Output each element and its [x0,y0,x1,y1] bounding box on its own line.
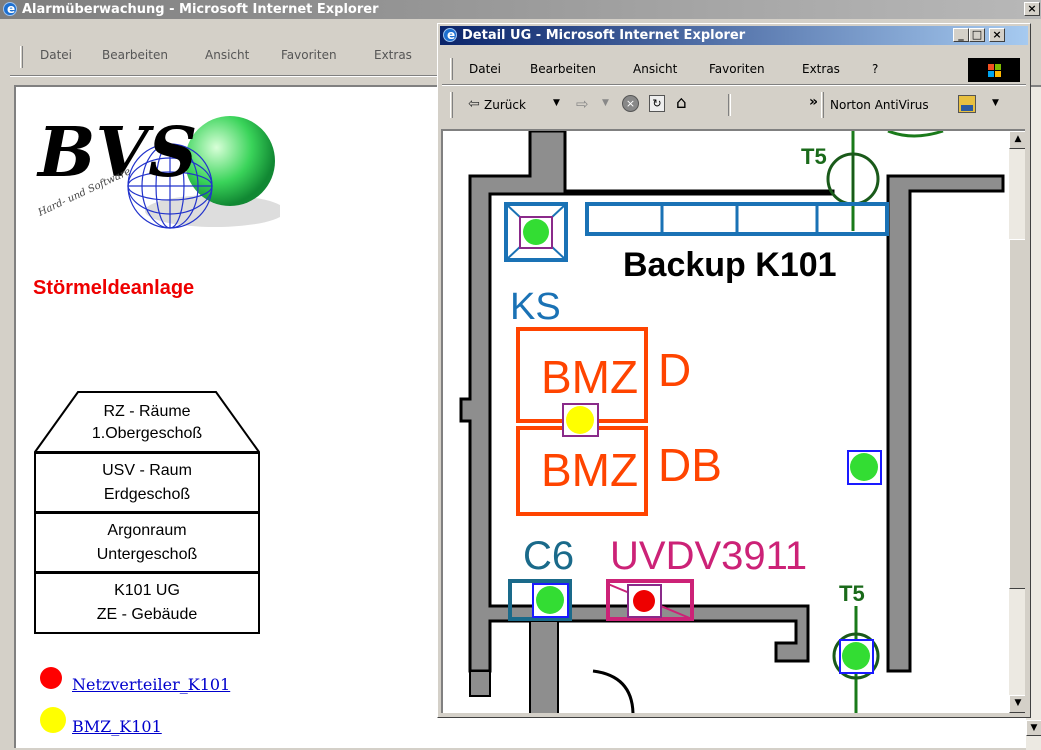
detail-titlebar[interactable]: Detail UG - Microsoft Internet Explorer [440,26,1028,45]
status-ks [523,219,549,245]
detail-window-title: Detail UG - Microsoft Internet Explorer [462,28,746,43]
scroll-down-icon[interactable]: ▼ [1009,695,1025,713]
nav-k101-line2: ZE - Gebäude [96,606,198,623]
bg-menubar: Datei Bearbeiten Ansicht Favoriten Extra… [0,46,440,68]
norton-dropdown-icon[interactable]: ▼ [992,98,999,108]
bg-menu-extras[interactable]: Extras [374,46,412,64]
bg-close-button[interactable]: × [1024,2,1040,16]
detail-toolbar: ⇦ Zurück ▼ ⇨ ▼ × ↻ ⌂ » Norton AntiVirus … [438,90,1030,122]
ie-icon [3,0,17,19]
label-bmz-1: BMZ [541,351,638,403]
nav-k101-line1: K101 UG [114,582,180,599]
nav-rz-line1: RZ - Räume [103,403,191,420]
detail-ie-icon [443,26,457,45]
label-bmz-2: BMZ [541,444,638,496]
bg-menu-ansicht[interactable]: Ansicht [205,46,249,64]
scroll-thumb[interactable] [1009,239,1025,589]
menu-favoriten[interactable]: Favoriten [709,60,765,78]
bg-menu-favoriten[interactable]: Favoriten [281,46,337,64]
detail-window: Detail UG - Microsoft Internet Explorer … [437,23,1031,718]
menu-help[interactable]: ? [872,60,878,78]
nav-usv-line1: USV - Raum [102,462,192,479]
label-c6: C6 [523,534,574,578]
bg-menu-bearbeiten[interactable]: Bearbeiten [102,46,168,64]
alarm-dot-yellow [40,707,66,733]
nav-rz-raeume[interactable]: RZ - Räume 1.Obergeschoß [34,391,260,453]
bg-scroll-down-icon[interactable]: ▼ [1026,720,1041,736]
link-bmz[interactable]: BMZ_K101 [72,717,322,736]
detail-menubar: Datei Bearbeiten Ansicht Favoriten Extra… [438,58,1030,80]
label-d: D [658,344,691,396]
back-dropdown-icon[interactable]: ▼ [553,98,560,108]
room-title: Backup K101 [623,246,837,284]
home-icon[interactable]: ⌂ [676,93,687,113]
nav-usv-raum[interactable]: USV - Raum Erdgeschoß [34,452,260,513]
back-arrow-icon: ⇦ [468,96,480,112]
bvs-logo: BVS Hard- und Software [30,101,285,236]
menu-bearbeiten[interactable]: Bearbeiten [530,60,596,78]
nav-argon-line2: Untergeschoß [96,546,198,563]
floorplan-viewport: Backup K101 KS BMZ D BMZ DB C6 UVDV3911 [441,129,1025,713]
status-c6 [536,586,564,614]
bg-titlebar[interactable]: Alarmüberwachung - Microsoft Internet Ex… [0,0,1041,19]
bg-window-title: Alarmüberwachung - Microsoft Internet Ex… [22,2,379,17]
nav-k101-ug[interactable]: K101 UG ZE - Gebäude [34,572,260,634]
forward-arrow-icon[interactable]: ⇨ [576,95,589,113]
status-room-sensor [850,453,878,481]
status-bmz [566,406,594,434]
floorplan-svg: Backup K101 KS BMZ D BMZ DB C6 UVDV3911 [459,131,1005,713]
bg-toolbar-separator [10,75,440,77]
norton-icon [958,95,976,113]
refresh-icon[interactable]: ↻ [649,95,665,112]
alarm-dot-red [40,667,62,689]
label-ks: KS [510,286,561,328]
menu-ansicht[interactable]: Ansicht [633,60,677,78]
menu-datei[interactable]: Datei [469,60,501,78]
bg-menu-datei[interactable]: Datei [40,46,72,64]
label-db: DB [658,439,722,491]
link-netzverteiler[interactable]: Netzverteiler_K101 [72,675,230,694]
forward-dropdown-icon[interactable]: ▼ [602,98,609,108]
label-t5-bottom: T5 [839,581,865,606]
status-t5-bottom [842,642,870,670]
nav-argon-line1: Argonraum [107,522,187,539]
minimize-button[interactable]: _ [953,28,969,42]
scroll-up-icon[interactable]: ▲ [1009,131,1025,149]
nav-usv-line2: Erdgeschoß [103,486,191,503]
menu-extras[interactable]: Extras [802,60,840,78]
norton-antivirus-button[interactable]: Norton AntiVirus [830,98,929,112]
nav-rz-line2: 1.Obergeschoß [91,425,203,442]
back-button[interactable]: Zurück [484,98,526,112]
maximize-button[interactable]: □ [969,28,985,42]
stop-icon[interactable]: × [622,95,639,112]
label-uvdv: UVDV3911 [610,534,807,578]
label-t5-top: T5 [801,144,827,169]
windows-logo-icon [968,58,1020,82]
toolbar-chevron-icon[interactable]: » [809,94,818,110]
status-uvdv [633,590,655,612]
close-button[interactable]: × [989,28,1005,42]
page-heading: Störmeldeanlage [33,277,195,299]
nav-argonraum[interactable]: Argonraum Untergeschoß [34,512,260,573]
